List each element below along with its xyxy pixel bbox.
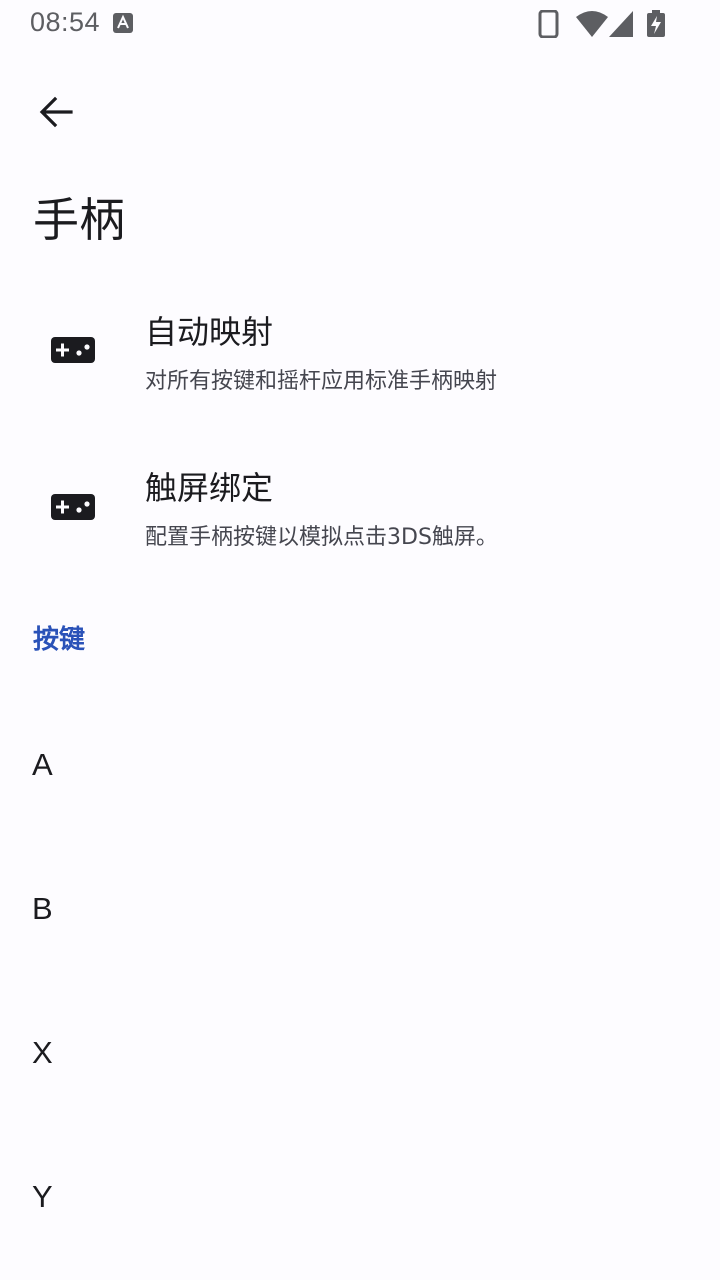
status-bar: 08:54 — [0, 0, 720, 48]
button-row-x[interactable]: X — [0, 982, 720, 1126]
auto-map-title: 自动映射 — [145, 313, 274, 351]
wifi-icon — [576, 11, 608, 37]
auto-map-summary: 对所有按键和摇杆应用标准手柄映射 — [145, 369, 498, 394]
status-time: 08:54 — [30, 7, 101, 37]
button-row-a[interactable]: A — [0, 694, 720, 838]
touchscreen-binding-setting[interactable]: 触屏绑定 配置手柄按键以模拟点击3DS触屏。 — [0, 446, 720, 596]
font-a-icon — [113, 13, 133, 33]
battery-charging-icon — [647, 10, 665, 37]
arrow-back-icon — [39, 96, 73, 128]
button-row-y[interactable]: Y — [0, 1126, 720, 1270]
cellular-signal-icon — [609, 11, 633, 37]
phone-vibrate-icon — [538, 10, 559, 38]
button-row-label: X — [32, 1035, 53, 1070]
gamepad-icon — [51, 494, 95, 520]
button-row-label: Y — [32, 1179, 53, 1214]
buttons-section-header: 按键 — [33, 625, 86, 655]
touchscreen-binding-title: 触屏绑定 — [145, 469, 274, 507]
button-row-b[interactable]: B — [0, 838, 720, 982]
auto-map-setting[interactable]: 自动映射 对所有按键和摇杆应用标准手柄映射 — [0, 290, 720, 440]
app-bar — [0, 70, 720, 154]
touchscreen-binding-summary: 配置手柄按键以模拟点击3DS触屏。 — [145, 525, 498, 550]
gamepad-icon — [51, 337, 95, 363]
button-row-label: A — [32, 747, 53, 782]
back-button[interactable] — [26, 86, 86, 138]
button-row-label: B — [32, 891, 53, 926]
page-title: 手柄 — [33, 193, 125, 247]
